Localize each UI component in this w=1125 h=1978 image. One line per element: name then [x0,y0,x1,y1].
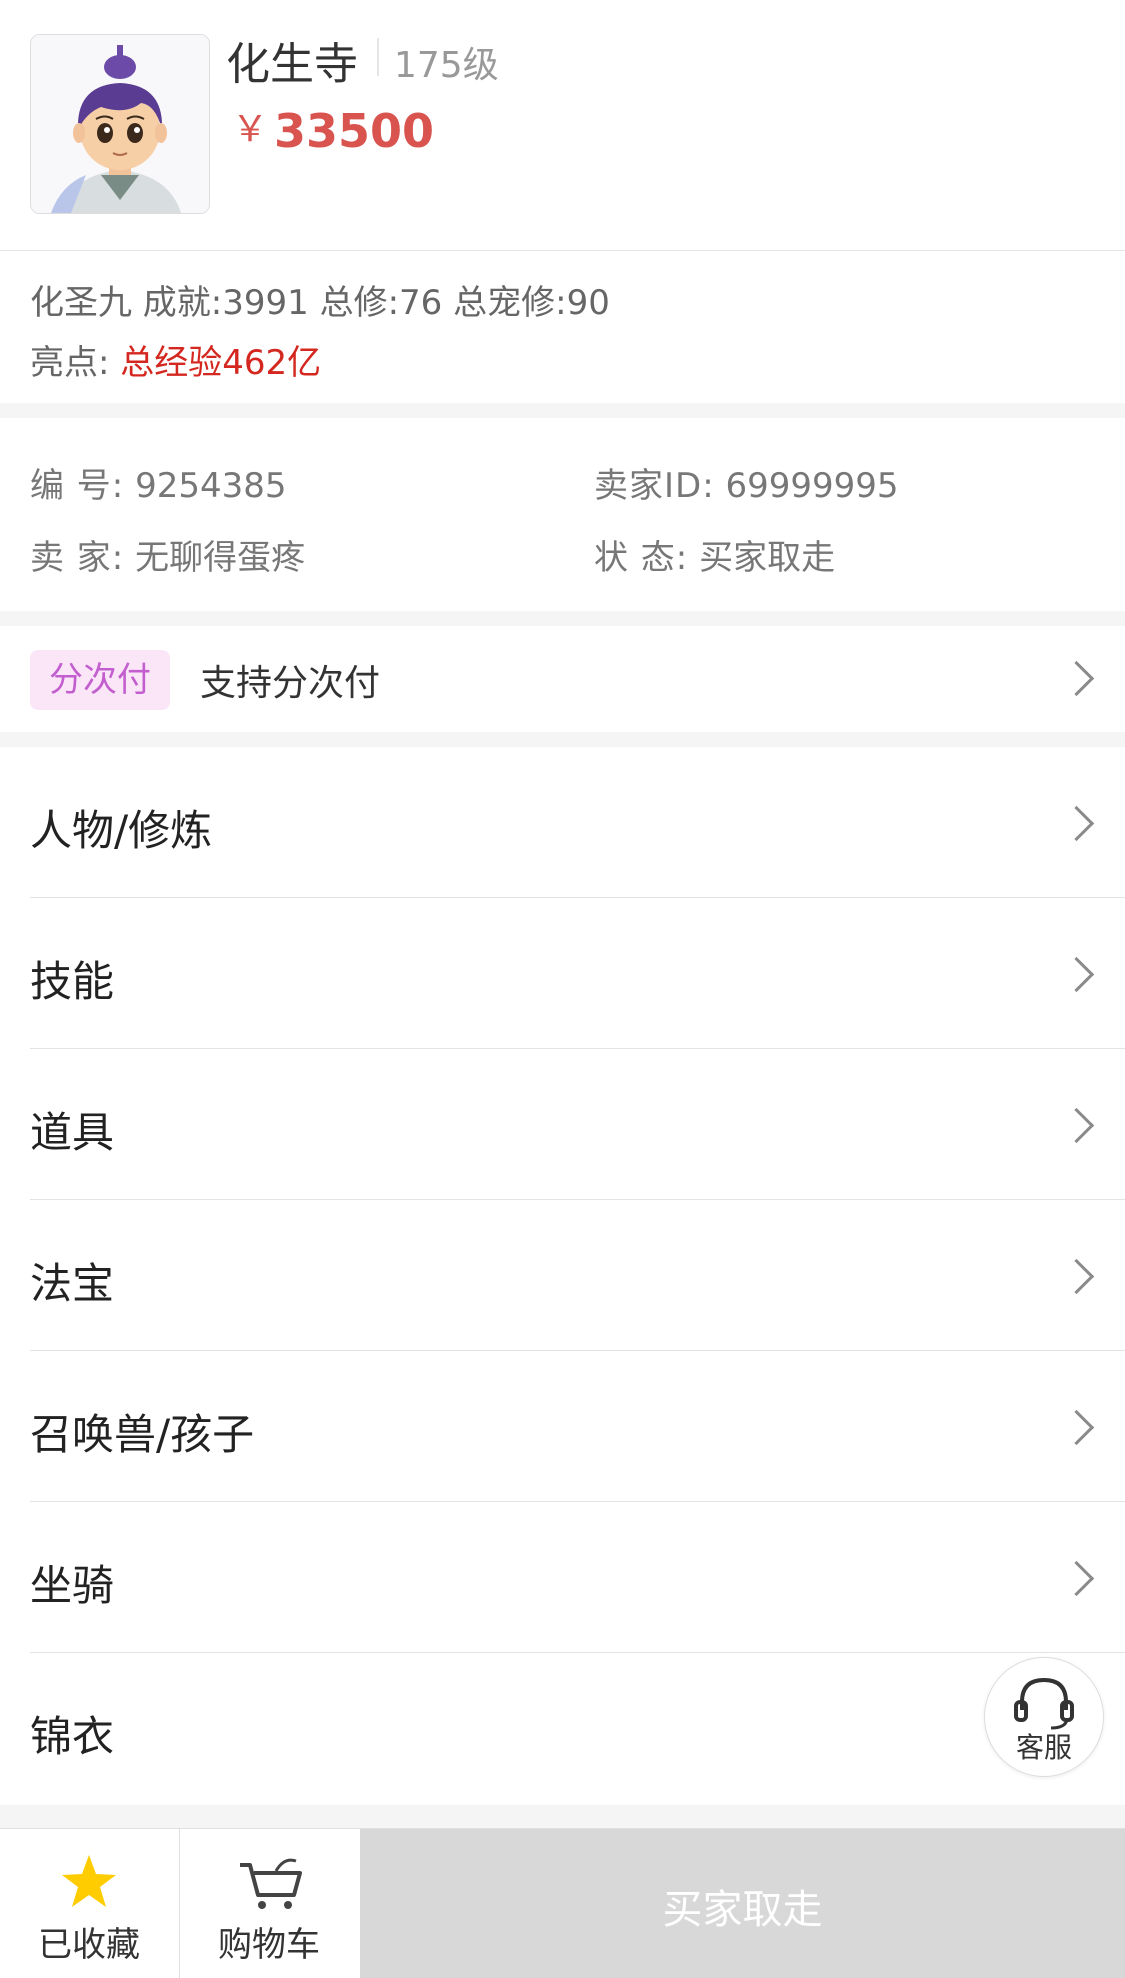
status-label: 状 态: [594,538,689,578]
menu-item-label: 法宝 [30,1259,115,1308]
menu-item-label: 人物/修炼 [30,806,213,855]
favorite-label: 已收藏 [38,1925,140,1965]
chevron-right-icon [1058,1258,1095,1295]
headset-icon [1014,1677,1074,1730]
item-id-value: 9254385 [135,466,287,506]
star-icon [62,1855,116,1907]
menu-item-mounts[interactable]: 坐骑 [0,1502,1125,1653]
highlight-value: 总经验462亿 [120,343,322,383]
seller-label: 卖 家: [30,538,125,578]
seller-value: 无聊得蛋疼 [135,538,306,578]
menu-item-character[interactable]: 人物/修炼 [0,747,1125,898]
cart-button[interactable]: 购物车 [180,1829,358,1978]
chevron-right-icon [1058,956,1095,993]
highlight-line: 亮点: 总经验462亿 [30,335,321,384]
buy-button[interactable]: 买家取走 [360,1829,1125,1978]
cart-icon [240,1858,302,1909]
installment-row[interactable]: 分次付 支持分次付 [0,626,1125,732]
item-summary: 化圣九 成就:3991 总修:76 总宠修:90 亮点: 总经验462亿 [0,250,1125,403]
title-divider [377,38,379,76]
seller: 卖 家: 无聊得蛋疼 [30,530,305,579]
seller-id-value: 69999995 [725,466,899,506]
seller-id-label: 卖家ID: [594,466,715,506]
item-id: 编 号: 9254385 [30,458,287,507]
character-portrait-image [31,35,209,213]
item-id-label: 编 号: [30,466,125,506]
menu-item-skills[interactable]: 技能 [0,898,1125,1049]
customer-service-button[interactable]: 客服 [984,1657,1104,1777]
price: ￥ 33500 [232,100,434,158]
menu-item-label: 技能 [30,957,115,1006]
chevron-right-icon [1058,1107,1095,1144]
menu-item-outfits[interactable]: 锦衣 [0,1653,1125,1804]
customer-service-label: 客服 [1015,1731,1072,1764]
item-header: 化生寺 175级 ￥ 33500 [0,0,1125,250]
trade-details: 编 号: 9254385 卖家ID: 69999995 卖 家: 无聊得蛋疼 状… [0,418,1125,611]
status-value: 买家取走 [699,538,836,578]
price-value: 33500 [274,104,435,158]
chevron-right-icon [1058,805,1095,842]
favorite-button[interactable]: 已收藏 [0,1829,178,1978]
currency-symbol: ￥ [232,109,269,150]
menu-item-treasures[interactable]: 法宝 [0,1200,1125,1351]
menu-item-label: 锦衣 [30,1712,115,1761]
menu-item-label: 道具 [30,1108,115,1157]
character-avatar[interactable] [30,34,210,214]
buy-button-label: 买家取走 [662,1887,823,1933]
chevron-right-icon [1058,660,1095,697]
cart-label: 购物车 [218,1925,320,1965]
character-level: 175级 [394,45,499,86]
status: 状 态: 买家取走 [594,530,835,579]
menu-item-label: 坐骑 [30,1561,115,1610]
chevron-right-icon [1058,1560,1095,1597]
seller-id: 卖家ID: 69999995 [594,458,899,507]
chevron-right-icon [1058,1409,1095,1446]
detail-menu: 人物/修炼 技能 道具 法宝 召唤兽/孩子 坐骑 锦衣 [0,747,1125,1805]
bottom-action-bar: 已收藏 购物车 买家取走 [0,1828,1125,1978]
menu-item-label: 召唤兽/孩子 [30,1410,255,1459]
installment-text: 支持分次付 [200,663,381,704]
menu-item-pets[interactable]: 召唤兽/孩子 [0,1351,1125,1502]
menu-item-items[interactable]: 道具 [0,1049,1125,1200]
highlight-label: 亮点: [30,343,110,383]
installment-tag: 分次付 [30,650,170,710]
stats-line: 化圣九 成就:3991 总修:76 总宠修:90 [30,283,610,323]
character-school-title: 化生寺 [226,39,358,90]
